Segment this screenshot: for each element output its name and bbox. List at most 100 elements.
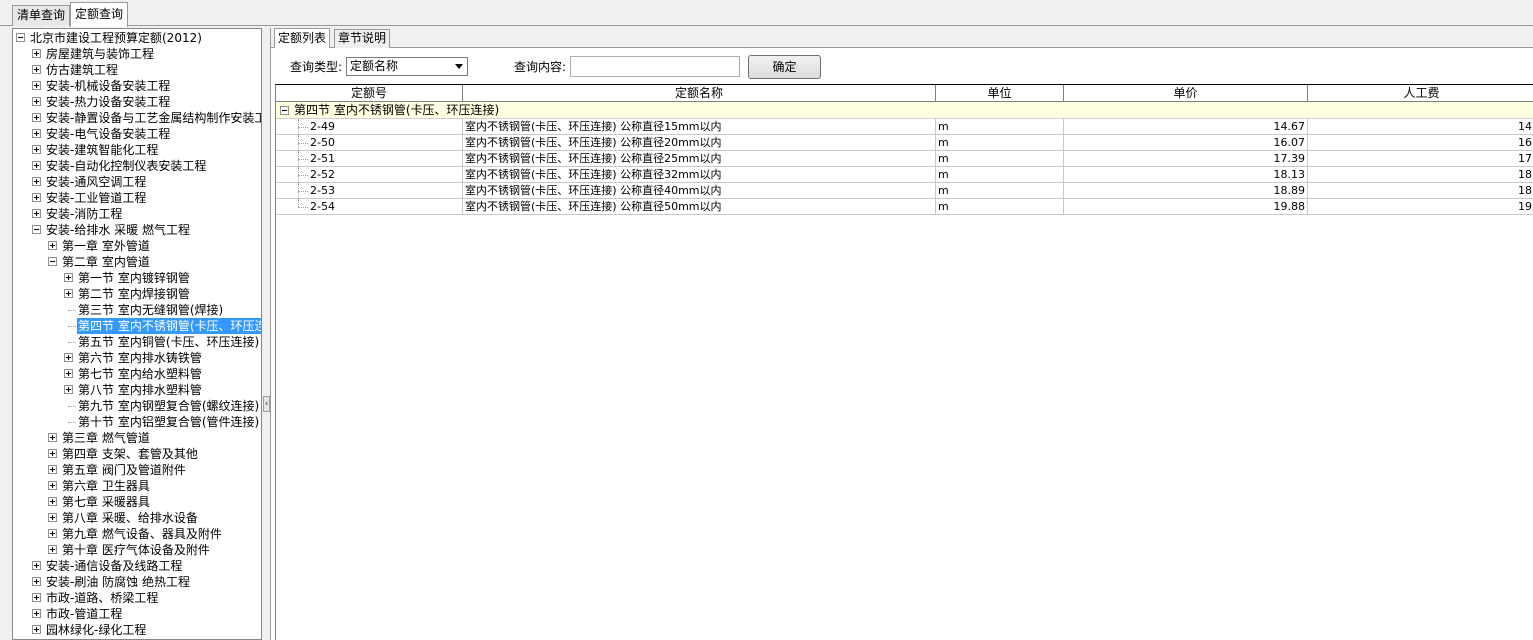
tree-item-label[interactable]: 安装-通风空调工程 — [45, 174, 147, 190]
tree-item-label[interactable]: 第九节 室内钢塑复合管(螺纹连接) — [77, 398, 260, 414]
cell-price[interactable]: 18.13 — [1064, 167, 1308, 183]
expand-plus-icon[interactable] — [64, 369, 73, 378]
tree-item-label[interactable]: 第四章 支架、套管及其他 — [61, 446, 199, 462]
expand-plus-icon[interactable] — [32, 81, 41, 90]
cell-name[interactable]: 室内不锈钢管(卡压、环压连接) 公称直径40mm以内 — [463, 183, 936, 199]
cell-price[interactable]: 18.89 — [1064, 183, 1308, 199]
tree-item-label[interactable]: 第二章 室内管道 — [61, 254, 151, 270]
cell-labor[interactable]: 18 — [1308, 167, 1533, 183]
cell-unit[interactable]: m — [936, 199, 1064, 215]
tree-item-label[interactable]: 安装-建筑智能化工程 — [45, 142, 159, 158]
column-header-code[interactable]: 定额号 — [276, 85, 463, 102]
tree-item-label[interactable]: 园林绿化-绿化工程 — [45, 622, 147, 638]
expand-plus-icon[interactable] — [64, 353, 73, 362]
expand-plus-icon[interactable] — [48, 449, 57, 458]
tree-item-label[interactable]: 安装-电气设备安装工程 — [45, 126, 171, 142]
tree-item-label[interactable]: 安装-自动化控制仪表安装工程 — [45, 158, 207, 174]
tree-item-label[interactable]: 第三节 室内无缝钢管(焊接) — [77, 302, 224, 318]
tree-item-label[interactable]: 第七章 采暖器具 — [61, 494, 151, 510]
table-row[interactable]: 2-51 室内不锈钢管(卡压、环压连接) 公称直径25mm以内 m 17.39 17 — [276, 151, 1533, 167]
cell-labor[interactable]: 17 — [1308, 151, 1533, 167]
expand-plus-icon[interactable] — [32, 593, 41, 602]
cell-unit[interactable]: m — [936, 119, 1064, 135]
cell-unit[interactable]: m — [936, 151, 1064, 167]
tab-quota-query[interactable]: 定额查询 — [70, 2, 129, 27]
expand-plus-icon[interactable] — [32, 625, 41, 634]
tree-item-label[interactable]: 第八节 室内排水塑料管 — [77, 382, 203, 398]
expand-plus-icon[interactable] — [32, 193, 41, 202]
expand-plus-icon[interactable] — [32, 561, 41, 570]
panel-splitter[interactable]: ‹ — [263, 28, 270, 640]
column-header-price[interactable]: 单价 — [1064, 85, 1308, 102]
collapse-icon[interactable] — [280, 106, 289, 115]
tree-item-label[interactable]: 第六章 卫生器具 — [61, 478, 151, 494]
expand-plus-icon[interactable] — [64, 385, 73, 394]
cell-name[interactable]: 室内不锈钢管(卡压、环压连接) 公称直径32mm以内 — [463, 167, 936, 183]
cell-name[interactable]: 室内不锈钢管(卡压、环压连接) 公称直径20mm以内 — [463, 135, 936, 151]
expand-plus-icon[interactable] — [48, 529, 57, 538]
tree-item-label[interactable]: 第九章 燃气设备、器具及附件 — [61, 526, 223, 542]
expand-plus-icon[interactable] — [48, 481, 57, 490]
column-header-unit[interactable]: 单位 — [936, 85, 1064, 102]
table-row[interactable]: 2-52 室内不锈钢管(卡压、环压连接) 公称直径32mm以内 m 18.13 18 — [276, 167, 1533, 183]
expand-plus-icon[interactable] — [32, 145, 41, 154]
expand-plus-icon[interactable] — [32, 97, 41, 106]
expand-plus-icon[interactable] — [32, 161, 41, 170]
cell-labor[interactable]: 16 — [1308, 135, 1533, 151]
tree-item-label[interactable]: 房屋建筑与装饰工程 — [45, 46, 155, 62]
group-row[interactable]: 第四节 室内不锈钢管(卡压、环压连接) — [276, 102, 1533, 119]
tree-item-label[interactable]: 安装-给排水 采暖 燃气工程 — [45, 222, 191, 238]
tree-item-label[interactable]: 安装-消防工程 — [45, 206, 123, 222]
quota-tree[interactable]: 北京市建设工程预算定额(2012) 房屋建筑与装饰工程 仿古建筑工程 安装-机械设备安… — [12, 28, 262, 640]
expand-plus-icon[interactable] — [48, 545, 57, 554]
cell-labor[interactable]: 14 — [1308, 119, 1533, 135]
query-content-input[interactable] — [570, 56, 740, 77]
tree-item-label-selected[interactable]: 第四节 室内不锈钢管(卡压、环压连 — [77, 318, 261, 334]
tab-bill-query[interactable]: 清单查询 — [12, 5, 71, 26]
collapse-minus-icon[interactable] — [48, 257, 57, 266]
tree-item-label[interactable]: 安装-工业管道工程 — [45, 190, 147, 206]
collapse-minus-icon[interactable] — [16, 33, 25, 42]
cell-unit[interactable]: m — [936, 183, 1064, 199]
expand-plus-icon[interactable] — [32, 49, 41, 58]
tree-item-label[interactable]: 安装-热力设备安装工程 — [45, 94, 171, 110]
cell-price[interactable]: 14.67 — [1064, 119, 1308, 135]
table-row[interactable]: 2-50 室内不锈钢管(卡压、环压连接) 公称直径20mm以内 m 16.07 16 — [276, 135, 1533, 151]
tree-item-label[interactable]: 第一节 室内镀锌钢管 — [77, 270, 191, 286]
tree-item-label[interactable]: 安装-通信设备及线路工程 — [45, 558, 183, 574]
tree-item-label[interactable]: 市政-道路、桥梁工程 — [45, 590, 159, 606]
column-header-name[interactable]: 定额名称 — [463, 85, 936, 102]
tree-item-label[interactable]: 第二节 室内焊接钢管 — [77, 286, 191, 302]
table-row[interactable]: 2-49 室内不锈钢管(卡压、环压连接) 公称直径15mm以内 m 14.67 14 — [276, 119, 1533, 135]
cell-price[interactable]: 19.88 — [1064, 199, 1308, 215]
cell-labor[interactable]: 18 — [1308, 183, 1533, 199]
cell-name[interactable]: 室内不锈钢管(卡压、环压连接) 公称直径25mm以内 — [463, 151, 936, 167]
cell-name[interactable]: 室内不锈钢管(卡压、环压连接) 公称直径50mm以内 — [463, 199, 936, 215]
expand-plus-icon[interactable] — [32, 65, 41, 74]
expand-plus-icon[interactable] — [64, 289, 73, 298]
cell-unit[interactable]: m — [936, 135, 1064, 151]
column-header-labor[interactable]: 人工费 — [1308, 85, 1533, 102]
cell-labor[interactable]: 19 — [1308, 199, 1533, 215]
tree-item-label[interactable]: 第五节 室内铜管(卡压、环压连接) — [77, 334, 260, 350]
table-row[interactable]: 2-53 室内不锈钢管(卡压、环压连接) 公称直径40mm以内 m 18.89 18 — [276, 183, 1533, 199]
expand-plus-icon[interactable] — [48, 497, 57, 506]
table-row[interactable]: 2-54 室内不锈钢管(卡压、环压连接) 公称直径50mm以内 m 19.88 19 — [276, 199, 1533, 215]
tab-section-notes[interactable]: 章节说明 — [334, 29, 391, 48]
query-type-select[interactable]: 定额名称 — [346, 57, 468, 76]
tree-item-label[interactable]: 第十章 医疗气体设备及附件 — [61, 542, 211, 558]
tree-item-label[interactable]: 第三章 燃气管道 — [61, 430, 151, 446]
tree-item-label[interactable]: 市政-管道工程 — [45, 606, 123, 622]
tree-item-label[interactable]: 北京市建设工程预算定额(2012) — [29, 30, 203, 46]
expand-plus-icon[interactable] — [48, 513, 57, 522]
expand-plus-icon[interactable] — [32, 609, 41, 618]
expand-plus-icon[interactable] — [48, 433, 57, 442]
confirm-button[interactable]: 确定 — [748, 55, 821, 79]
tree-item-label[interactable]: 安装-静置设备与工艺金属结构制作安装工 — [45, 110, 261, 126]
tree-item-label[interactable]: 第十节 室内铝塑复合管(管件连接) — [77, 414, 260, 430]
tree-item-label[interactable]: 安装-机械设备安装工程 — [45, 78, 171, 94]
cell-name[interactable]: 室内不锈钢管(卡压、环压连接) 公称直径15mm以内 — [463, 119, 936, 135]
tree-item-label[interactable]: 第六节 室内排水铸铁管 — [77, 350, 203, 366]
tree-item-label[interactable]: 安装-刷油 防腐蚀 绝热工程 — [45, 574, 191, 590]
expand-plus-icon[interactable] — [48, 465, 57, 474]
